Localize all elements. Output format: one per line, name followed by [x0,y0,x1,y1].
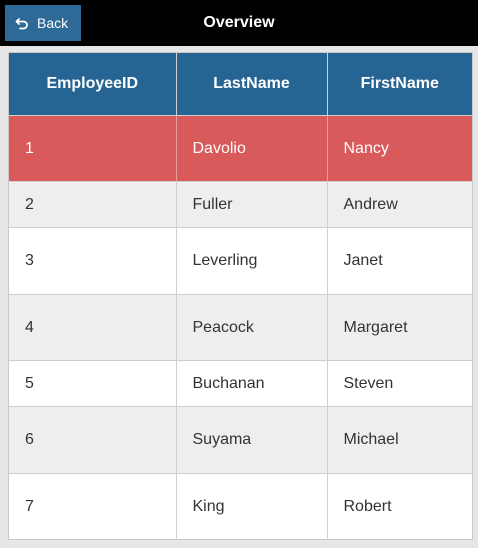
cell-lastname: Leverling [176,227,328,295]
employee-table: EmployeeID LastName FirstName 1 Davolio … [9,53,472,539]
cell-lastname: Suyama [176,406,328,474]
cell-firstname: Michael [327,406,472,474]
cell-lastname: Davolio [176,115,328,182]
cell-employeeid: 4 [9,294,177,361]
table-row[interactable]: 2 Fuller Andrew [9,181,472,228]
cell-employeeid: 2 [9,181,177,228]
table-row[interactable]: 7 King Robert [9,473,472,539]
table-row-selected[interactable]: 1 Davolio Nancy [9,115,472,182]
cell-lastname: Buchanan [176,360,328,407]
cell-lastname: Peacock [176,294,328,361]
header-row: EmployeeID LastName FirstName [9,53,472,116]
column-header-lastname[interactable]: LastName [176,53,328,116]
employee-grid: EmployeeID LastName FirstName 1 Davolio … [8,52,473,540]
cell-lastname: King [176,473,328,539]
cell-firstname: Janet [327,227,472,295]
back-button[interactable]: Back [5,5,81,41]
table-row[interactable]: 5 Buchanan Steven [9,360,472,407]
cell-firstname: Margaret [327,294,472,361]
cell-employeeid: 7 [9,473,177,539]
back-button-label: Back [37,15,69,31]
cell-employeeid: 6 [9,406,177,474]
cell-firstname: Nancy [327,115,472,182]
table-row[interactable]: 3 Leverling Janet [9,227,472,295]
cell-firstname: Andrew [327,181,472,228]
undo-arrow-icon [15,16,29,30]
cell-employeeid: 3 [9,227,177,295]
cell-firstname: Robert [327,473,472,539]
table-row[interactable]: 4 Peacock Margaret [9,294,472,361]
column-header-firstname[interactable]: FirstName [327,53,472,116]
top-toolbar: Back Overview [0,0,478,46]
table-row[interactable]: 6 Suyama Michael [9,406,472,474]
cell-employeeid: 1 [9,115,177,182]
cell-lastname: Fuller [176,181,328,228]
cell-employeeid: 5 [9,360,177,407]
cell-firstname: Steven [327,360,472,407]
column-header-employeeid[interactable]: EmployeeID [9,53,177,116]
